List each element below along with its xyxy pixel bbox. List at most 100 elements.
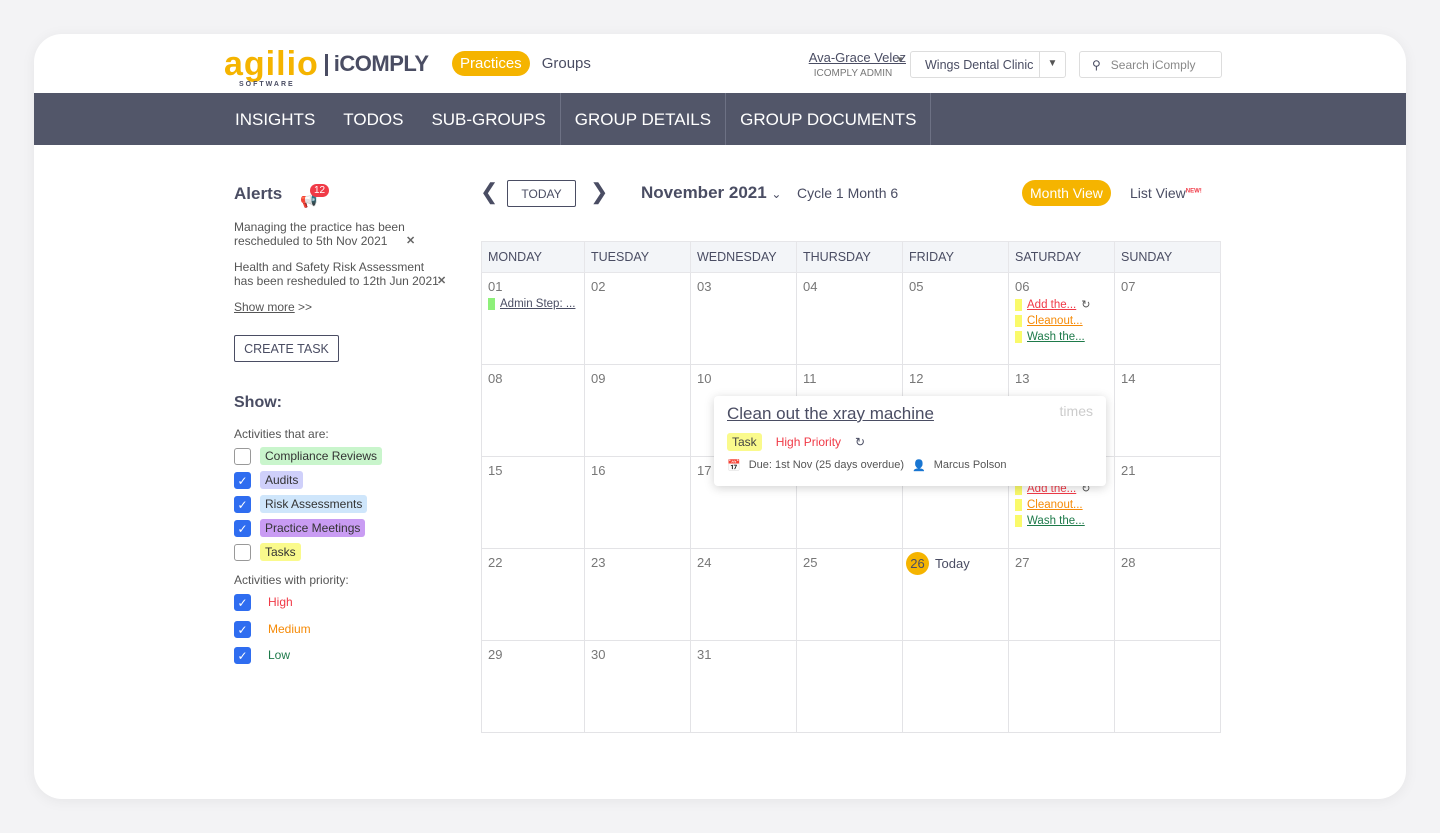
calendar-day-cell[interactable]: 03 [690, 272, 797, 365]
calendar-day-cell[interactable] [1114, 640, 1221, 733]
user-name[interactable]: Ava-Grace Velez [800, 50, 906, 65]
nav-item-insights[interactable]: INSIGHTS [221, 93, 329, 145]
calendar-day-cell[interactable]: 23 [584, 548, 691, 641]
calendar-event[interactable]: Cleanout... [1015, 315, 1108, 327]
event-title-link[interactable]: Clean out the xray machine [727, 404, 1093, 424]
day-header-friday: FRIDAY [902, 241, 1009, 273]
caret-down-icon[interactable]: ▼ [1039, 52, 1065, 77]
nav-item-group-details[interactable]: GROUP DETAILS [561, 93, 727, 145]
calendar-day-cell[interactable]: 15 [481, 456, 585, 549]
today-button[interactable]: TODAY [507, 180, 576, 207]
day-number: 07 [1121, 279, 1136, 294]
user-icon: 👤 [912, 460, 926, 472]
calendar-event[interactable]: Admin Step: ... [488, 298, 578, 310]
day-number: 05 [909, 279, 924, 294]
calendar-day-cell[interactable]: 01 Admin Step: ... [481, 272, 585, 365]
event-popover: Clean out the xray machine times Task Hi… [714, 396, 1106, 486]
calendar-event[interactable]: Add the... ↻ [1015, 298, 1108, 311]
clinic-select[interactable]: Wings Dental Clinic ▼ [910, 51, 1066, 78]
event-link[interactable]: Cleanout... [1027, 315, 1083, 327]
nav-item-sub-groups[interactable]: SUB-GROUPS [417, 93, 561, 145]
event-link[interactable]: Wash the... [1027, 515, 1085, 527]
calendar-day-cell[interactable]: 05 [902, 272, 1009, 365]
activity-tag: Audits [260, 471, 304, 489]
checkbox-tasks[interactable] [234, 544, 251, 561]
month-selector[interactable]: November 2021 ⌄ [641, 183, 781, 203]
event-link[interactable]: Wash the... [1027, 331, 1085, 343]
calendar-event[interactable]: Wash the... [1015, 331, 1108, 343]
event-link[interactable]: Add the... [1027, 299, 1076, 311]
close-icon[interactable]: ✕ [437, 274, 446, 288]
day-header-saturday: SATURDAY [1008, 241, 1115, 273]
calendar-day-cell[interactable]: 16 [584, 456, 691, 549]
event-type-tag: Task [727, 433, 762, 451]
day-number: 13 [1015, 371, 1030, 386]
day-number: 08 [488, 371, 503, 386]
caret-down-icon[interactable]: ▼ [896, 55, 904, 64]
calendar-day-cell[interactable]: 28 [1114, 548, 1221, 641]
calendar-event[interactable]: Cleanout... [1015, 499, 1108, 511]
next-month-icon[interactable]: ❯ [590, 179, 608, 205]
day-header-tuesday: TUESDAY [584, 241, 691, 273]
day-number: 12 [909, 371, 924, 386]
create-task-button[interactable]: CREATE TASK [234, 335, 339, 362]
calendar-day-cell[interactable]: 02 [584, 272, 691, 365]
day-number: 22 [488, 555, 503, 570]
user-menu[interactable]: Ava-Grace Velez ICOMPLY ADMIN [800, 50, 906, 79]
calendar-day-cell[interactable]: 08 [481, 364, 585, 457]
practices-tab[interactable]: Practices [452, 51, 530, 76]
close-icon[interactable]: ✕ [406, 234, 415, 248]
groups-tab[interactable]: Groups [542, 55, 591, 72]
alerts-title: Alerts [234, 184, 283, 203]
calendar-day-cell[interactable]: 31 [690, 640, 797, 733]
checkbox-risk-assessments[interactable]: ✓ [234, 496, 251, 513]
calendar-day-cell[interactable]: 09 [584, 364, 691, 457]
calendar-day-cell[interactable]: 07 [1114, 272, 1221, 365]
calendar-day-cell[interactable]: 04 [796, 272, 903, 365]
checkbox-low[interactable]: ✓ [234, 647, 251, 664]
list-view-button[interactable]: List ViewNEW! [1130, 185, 1202, 201]
event-link[interactable]: Admin Step: ... [500, 298, 575, 310]
nav-item-group-documents[interactable]: GROUP DOCUMENTS [726, 93, 932, 145]
top-nav: Practices Groups [452, 51, 591, 76]
activity-tag: Tasks [260, 543, 301, 561]
calendar-day-cell[interactable]: 22 [481, 548, 585, 641]
checkbox-practice-meetings[interactable]: ✓ [234, 520, 251, 537]
checkbox-high[interactable]: ✓ [234, 594, 251, 611]
activity-tag: Practice Meetings [260, 519, 366, 537]
assignee: Marcus Polson [933, 459, 1007, 471]
checkbox-audits[interactable]: ✓ [234, 472, 251, 489]
event-color-marker [1015, 499, 1022, 511]
calendar-day-cell[interactable]: 30 [584, 640, 691, 733]
prev-month-icon[interactable]: ❮ [480, 179, 498, 205]
calendar-day-cell[interactable] [796, 640, 903, 733]
logo[interactable]: agilio SOFTWARE iCOMPLY [224, 47, 429, 88]
calendar-day-cell[interactable]: 06 Add the... ↻ Cleanout... Wash the... [1008, 272, 1115, 365]
search-input[interactable]: ⚲ Search iComply [1079, 51, 1222, 78]
calendar-day-cell[interactable]: 26 Today [902, 548, 1009, 641]
calendar-event[interactable]: Wash the... [1015, 515, 1108, 527]
checkbox-medium[interactable]: ✓ [234, 620, 251, 638]
checkbox-compliance-reviews[interactable] [234, 448, 251, 465]
day-header-monday: MONDAY [481, 241, 585, 273]
calendar-day-cell[interactable]: 29 [481, 640, 585, 733]
show-more-link[interactable]: Show more >> [234, 300, 312, 314]
day-header-wednesday: WEDNESDAY [690, 241, 797, 273]
close-button[interactable]: times [1060, 403, 1093, 419]
priority-option: High [268, 595, 293, 609]
month-view-button[interactable]: Month View [1022, 180, 1111, 206]
calendar-day-cell[interactable]: 14 [1114, 364, 1221, 457]
calendar-day-cell[interactable]: 27 [1008, 548, 1115, 641]
calendar-day-cell[interactable]: 24 [690, 548, 797, 641]
due-date: Due: 1st Nov (25 days overdue) [748, 459, 905, 471]
nav-item-todos[interactable]: TODOS [329, 93, 417, 145]
day-number: 01 [488, 279, 503, 294]
calendar-day-cell[interactable] [1008, 640, 1115, 733]
calendar-day-cell[interactable] [902, 640, 1009, 733]
day-number: 25 [803, 555, 818, 570]
filters-title: Show: [234, 394, 282, 411]
calendar-day-cell[interactable]: 21 [1114, 456, 1221, 549]
event-link[interactable]: Cleanout... [1027, 499, 1083, 511]
calendar-week: 22 23 24 25 26 Today 27 28 [481, 548, 1221, 641]
calendar-day-cell[interactable]: 25 [796, 548, 903, 641]
